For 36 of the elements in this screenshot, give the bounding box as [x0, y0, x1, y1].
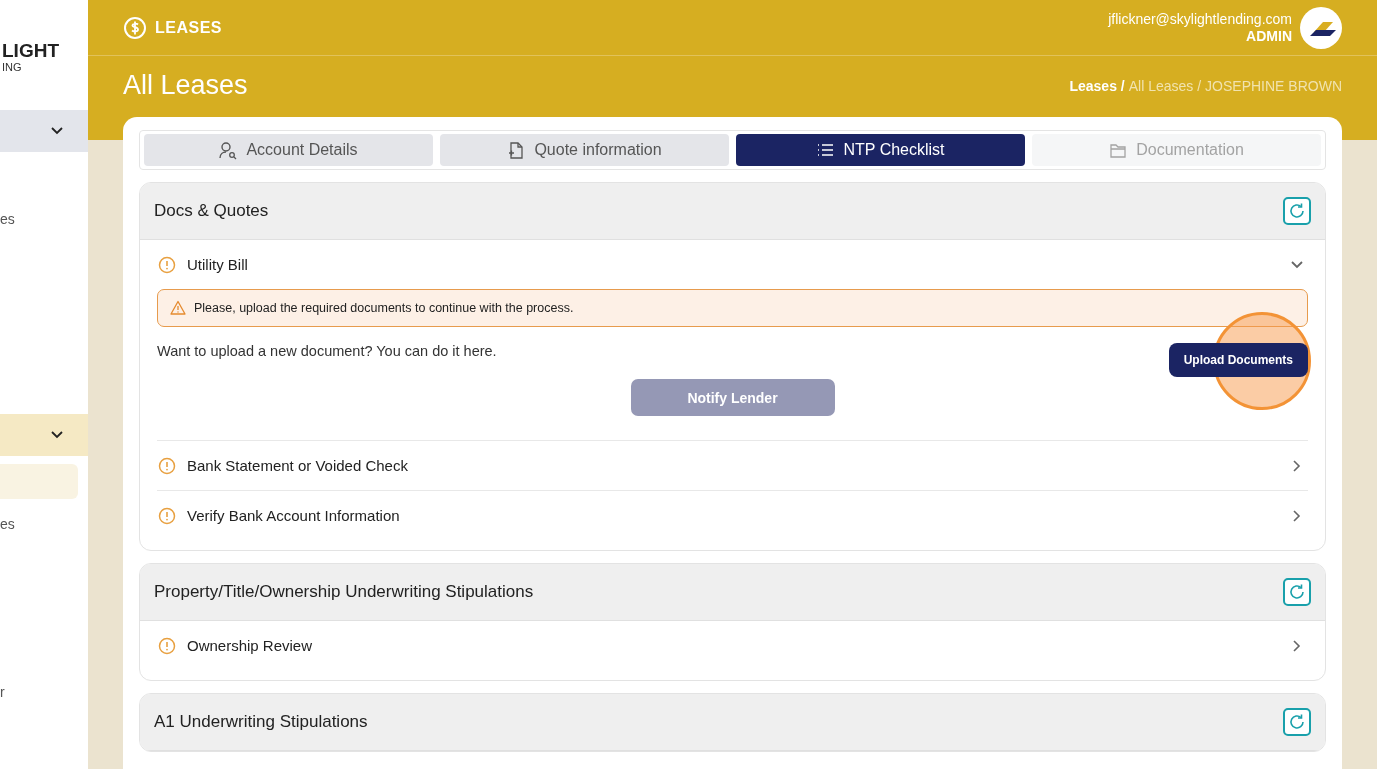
section-title: A1 Underwriting Stipulations — [154, 712, 368, 732]
checklist-item[interactable]: Verify Bank Account Information — [157, 491, 1308, 540]
refresh-icon — [1288, 713, 1306, 731]
logo-text: LIGHT — [2, 40, 59, 61]
module-title: LEASES — [155, 18, 222, 37]
sidebar-item[interactable]: r — [0, 682, 5, 702]
tab[interactable]: NTP Checklist — [736, 134, 1025, 166]
checklist-item[interactable]: Bank Statement or Voided Check — [157, 441, 1308, 490]
refresh-icon — [1288, 583, 1306, 601]
user-search-icon — [219, 140, 239, 160]
refresh-button[interactable] — [1283, 708, 1311, 736]
upload-documents-button[interactable]: Upload Documents — [1168, 343, 1308, 377]
checklist-item[interactable]: Ownership Review — [157, 621, 1308, 670]
sidebar-item[interactable]: es — [0, 514, 15, 534]
avatar-logo-icon — [1300, 6, 1342, 49]
warning-triangle-icon — [170, 300, 186, 316]
sidebar-item[interactable]: es — [0, 209, 15, 229]
tab[interactable]: Account Details — [144, 134, 433, 166]
checklist-item[interactable]: Utility Bill — [157, 240, 1308, 289]
dollar-icon — [123, 15, 147, 40]
refresh-button[interactable] — [1283, 197, 1311, 225]
warning-circle-icon — [158, 456, 176, 475]
user-email: jflickner@skylightlending.com — [1108, 10, 1292, 28]
user-role: ADMIN — [1245, 27, 1292, 45]
page-title: All Leases — [123, 70, 248, 101]
warning-circle-icon — [158, 506, 176, 525]
warning-circle-icon — [158, 255, 176, 274]
logo-subtext: ING — [2, 60, 22, 74]
upload-prompt: Want to upload a new document? You can do it here. — [157, 343, 497, 359]
section-title: Property/Title/Ownership Underwriting Stipulations — [154, 582, 534, 602]
refresh-icon — [1288, 202, 1306, 220]
section-title: Docs & Quotes — [154, 201, 269, 221]
warning-circle-icon — [158, 636, 176, 655]
tab[interactable]: Quote information — [440, 134, 729, 166]
refresh-button[interactable] — [1283, 578, 1311, 606]
alert-message: Please, upload the required documents to continue with the process. — [194, 301, 574, 315]
